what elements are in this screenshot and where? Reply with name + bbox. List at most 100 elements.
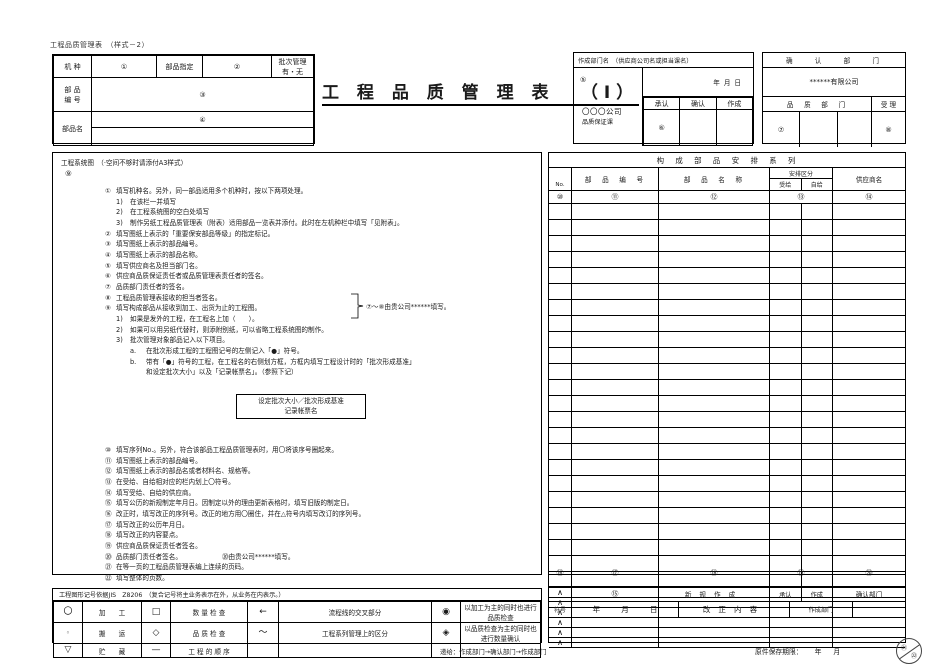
table-cell-receive[interactable] [770,252,802,267]
table-cell[interactable] [659,268,770,283]
table-row[interactable] [549,332,905,348]
table-cell-self[interactable] [802,412,833,427]
flow-panel-mark-9[interactable]: ⑨ [65,169,72,178]
table-cell[interactable] [572,412,659,427]
table-cell[interactable] [833,348,905,363]
cell-machine-mark[interactable]: ① [91,55,157,78]
table-cell[interactable] [770,508,833,523]
cell-part-name-value[interactable]: ④ [91,111,314,146]
table-cell[interactable] [770,492,833,507]
table-cell[interactable] [833,204,905,219]
table-cell[interactable] [549,220,572,235]
cell-part-no-value[interactable]: ③ [91,77,314,112]
table-cell[interactable] [659,444,770,459]
table-cell[interactable] [572,236,659,251]
table-row[interactable] [549,476,905,492]
table-cell[interactable] [659,204,770,219]
table-cell[interactable] [833,412,905,427]
table-cell[interactable] [549,332,572,347]
table-cell-receive[interactable] [770,204,802,219]
table-cell[interactable] [659,460,770,475]
table-row[interactable] [549,236,905,252]
table-cell-receive[interactable] [770,476,802,491]
table-row[interactable] [549,380,905,396]
table-cell-self[interactable] [802,252,833,267]
table-row[interactable] [549,364,905,380]
table-row[interactable] [549,268,905,284]
table-cell[interactable] [833,428,905,443]
table-cell-receive[interactable] [770,508,802,523]
table-row[interactable] [549,492,905,508]
table-cell-self[interactable] [802,332,833,347]
table-cell[interactable] [572,508,659,523]
table-row[interactable] [549,348,905,364]
table-cell[interactable] [549,348,572,363]
table-row[interactable] [549,396,905,412]
maker-sign-approve[interactable]: ⑥ [642,109,681,146]
table-cell[interactable] [770,364,833,379]
table-cell[interactable] [770,380,833,395]
table-cell[interactable] [549,316,572,331]
maker-sign-confirm[interactable] [679,109,717,146]
table-cell[interactable] [659,284,770,299]
table-row[interactable] [549,524,905,540]
table-cell-receive[interactable] [770,236,802,251]
table-cell[interactable] [770,300,833,315]
table-row[interactable] [549,252,905,268]
table-cell[interactable] [833,460,905,475]
table-cell[interactable] [549,508,572,523]
table-cell[interactable] [833,236,905,251]
table-cell[interactable] [572,204,659,219]
table-cell[interactable] [549,300,572,315]
table-cell[interactable] [572,252,659,267]
table-cell-self[interactable] [802,444,833,459]
table-cell[interactable] [572,380,659,395]
table-cell-receive[interactable] [770,220,802,235]
table-cell-receive[interactable] [770,348,802,363]
table-row[interactable] [549,220,905,236]
table-cell-receive[interactable] [770,316,802,331]
table-cell[interactable] [572,268,659,283]
table-cell-self[interactable] [802,284,833,299]
table-cell[interactable] [549,252,572,267]
table-cell[interactable] [833,364,905,379]
table-cell[interactable] [770,460,833,475]
table-cell[interactable] [659,316,770,331]
table-row[interactable] [549,300,905,316]
table-cell[interactable] [549,540,572,555]
table-cell-receive[interactable] [770,492,802,507]
table-cell[interactable] [572,284,659,299]
table-cell[interactable] [770,268,833,283]
table-cell-receive[interactable] [770,412,802,427]
table-row[interactable] [549,444,905,460]
table-cell[interactable] [549,284,572,299]
table-cell[interactable] [770,204,833,219]
table-cell[interactable] [572,460,659,475]
table-cell[interactable] [572,444,659,459]
table-cell[interactable] [659,380,770,395]
table-cell[interactable] [659,428,770,443]
table-cell[interactable] [770,348,833,363]
table-cell[interactable] [770,540,833,555]
table-cell-receive[interactable] [770,364,802,379]
table-cell[interactable] [833,268,905,283]
table-cell[interactable] [833,220,905,235]
table-cell[interactable] [659,364,770,379]
table-cell-receive[interactable] [770,460,802,475]
table-cell[interactable] [549,492,572,507]
table-cell[interactable] [659,540,770,555]
table-cell[interactable] [572,540,659,555]
table-cell-self[interactable] [802,476,833,491]
table-cell[interactable] [659,348,770,363]
table-cell-self[interactable] [802,396,833,411]
table-cell[interactable] [833,444,905,459]
table-cell[interactable] [659,332,770,347]
table-cell-receive[interactable] [770,524,802,539]
table-cell[interactable] [833,300,905,315]
table-row[interactable] [549,204,905,220]
table-cell[interactable] [572,428,659,443]
table-cell[interactable] [659,236,770,251]
table-cell-self[interactable] [802,236,833,251]
table-cell[interactable] [770,332,833,347]
table-row[interactable] [549,428,905,444]
